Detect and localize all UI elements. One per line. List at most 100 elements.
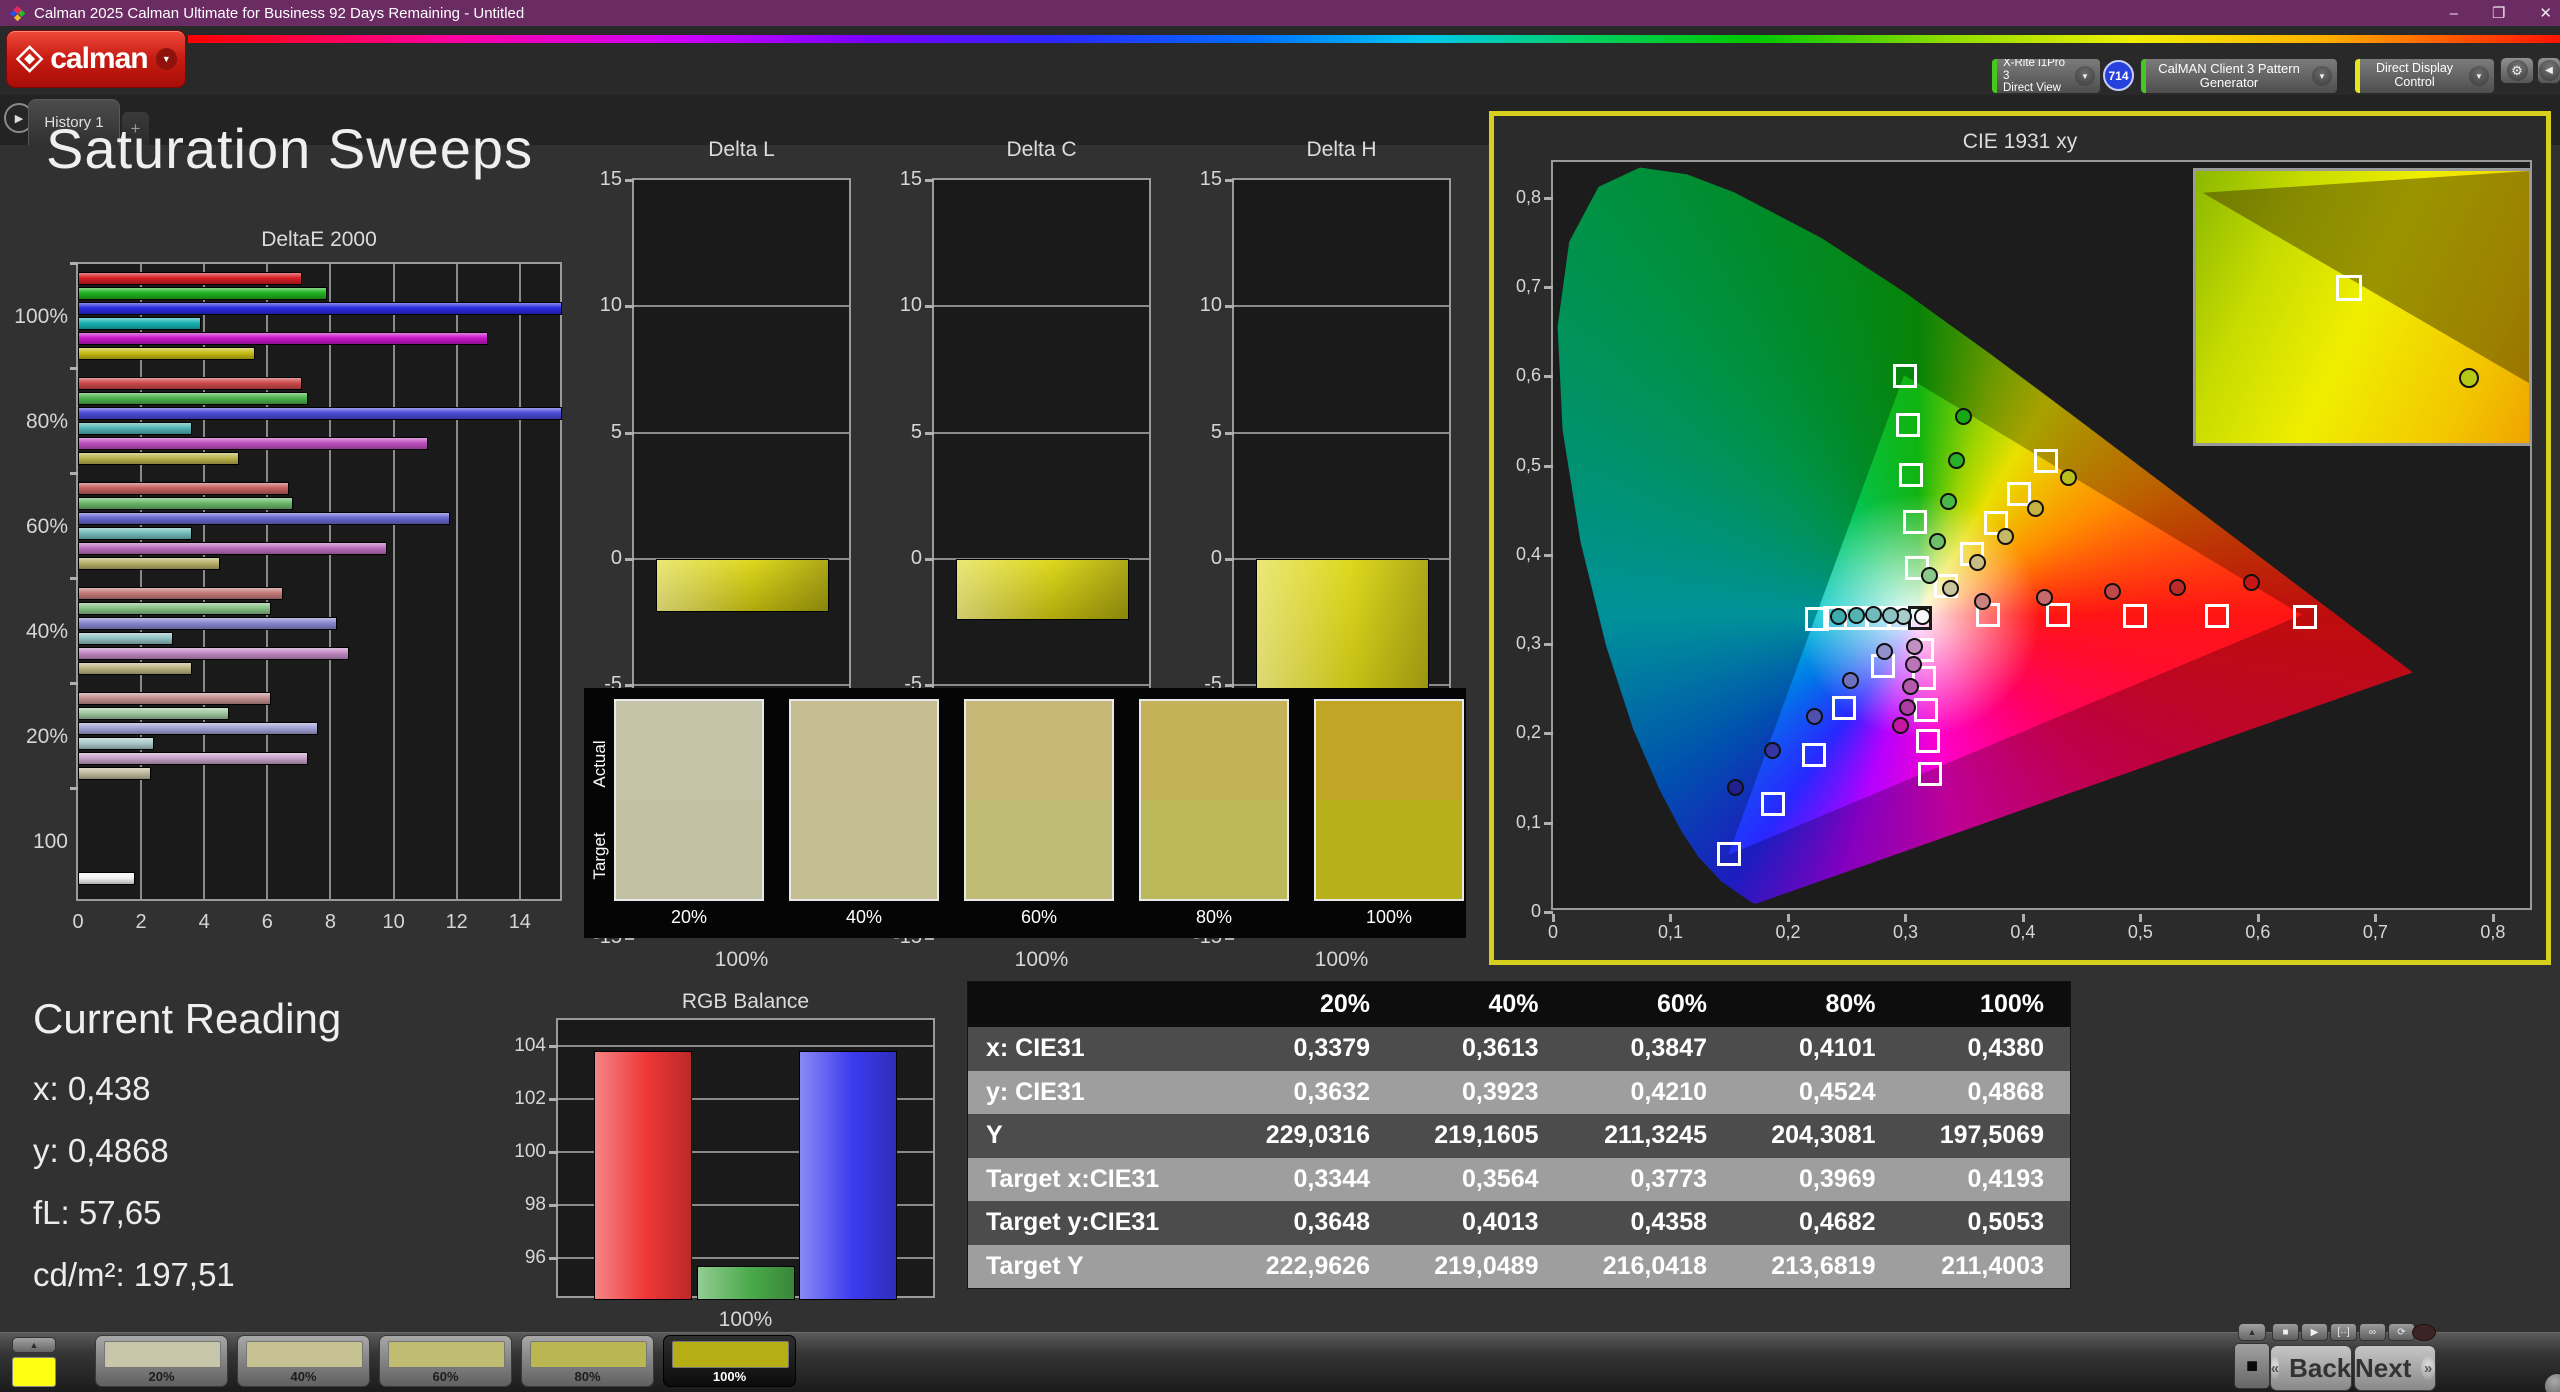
cie-x-tick: 0 — [1533, 922, 1573, 943]
pattern-level-label: 40% — [238, 1369, 369, 1384]
bar-gloss — [79, 753, 307, 764]
calman-menu-button[interactable]: calman ▼ — [6, 30, 186, 88]
table-cell: 219,0489 — [1396, 1245, 1565, 1289]
bar-gloss — [79, 393, 307, 404]
cie-target-square — [2293, 605, 2317, 629]
cie-measured-point — [1848, 607, 1865, 624]
collapse-panel-button[interactable]: ◀ — [2537, 57, 2560, 84]
help-button[interactable] — [2544, 1373, 2560, 1392]
cie-y-tick-mark — [1544, 554, 1553, 557]
refresh-icon: ⟳ — [2397, 1327, 2405, 1338]
pattern-level-button-60%[interactable]: 60% — [379, 1335, 512, 1387]
bar-gloss — [79, 273, 301, 284]
table-cell: 222,9626 — [1228, 1245, 1397, 1289]
actual-swatch — [791, 701, 937, 800]
out-of-gamut-shade — [2196, 171, 2529, 443]
transport-pattern-window-button[interactable]: [··] — [2330, 1323, 2357, 1341]
minimize-button[interactable]: – — [2450, 5, 2458, 22]
delta_c-y-tick: 10 — [878, 294, 922, 317]
bar-gloss — [79, 738, 153, 749]
rgb-tick-mark — [549, 1151, 558, 1154]
rgb-y-tick: 98 — [506, 1194, 546, 1216]
settings-button[interactable]: ⚙ — [2500, 57, 2534, 84]
pattern-level-swatch — [388, 1341, 505, 1368]
table-cell: 229,0316 — [1228, 1114, 1397, 1158]
table-cell: 0,4524 — [1733, 1071, 1902, 1115]
bar-gloss — [79, 768, 150, 779]
rgb-y-tick: 96 — [506, 1247, 546, 1269]
table-row-label: Y — [968, 1114, 1228, 1158]
compare-swatch-100% — [1314, 699, 1464, 901]
cie-measured-point — [1929, 533, 1946, 550]
deltae2000-chart: DeltaE 200002468101214100%80%60%40%20%10… — [76, 262, 562, 901]
meter-count-badge[interactable]: 714 — [2103, 60, 2134, 91]
cie-x-tick-mark — [1904, 914, 1907, 922]
pattern-level-button-40%[interactable]: 40% — [237, 1335, 370, 1387]
rainbow-strip — [188, 35, 2560, 43]
cie-y-tick: 0,6 — [1505, 365, 1541, 386]
maximize-button[interactable]: ❐ — [2492, 4, 2505, 22]
cie-target-square — [1761, 792, 1785, 816]
page-title: Saturation Sweeps — [46, 116, 533, 181]
delta_h-tick-mark — [1225, 179, 1234, 182]
delta_l-y-tick: 10 — [578, 294, 622, 317]
cie-target-square — [1802, 743, 1826, 767]
inset-measured-point — [2459, 368, 2479, 388]
deltae-bar-100%-blue — [78, 302, 562, 315]
current-pattern-patch[interactable] — [12, 1357, 56, 1387]
pattern-level-button-80%[interactable]: 80% — [521, 1335, 654, 1387]
bar-gloss — [79, 873, 134, 884]
chevron-double-right-icon: » — [2421, 1356, 2435, 1380]
table-cell: 0,4682 — [1733, 1201, 1902, 1245]
cie-x-tick-mark — [2492, 914, 2495, 922]
table-row: y: CIE310,36320,39230,42100,45240,4868 — [968, 1071, 2070, 1115]
back-button[interactable]: « Back — [2270, 1345, 2352, 1391]
status-led — [2412, 1324, 2436, 1341]
target-swatch — [966, 800, 1112, 899]
transport-loop-button[interactable]: ∞ — [2359, 1323, 2386, 1341]
pattern-level-button-100%[interactable]: 100% — [663, 1335, 796, 1387]
cie-x-tick-mark — [1552, 914, 1555, 922]
expand-transport-button[interactable]: ▲ — [2238, 1323, 2266, 1341]
deltae-bar-20%-cyan — [78, 737, 154, 750]
deltae-gridline — [329, 264, 331, 899]
transport-play-button[interactable]: ▶ — [2301, 1323, 2328, 1341]
delta_h-tick-mark — [1225, 558, 1234, 561]
cie-x-tick: 0,5 — [2120, 922, 2160, 943]
next-button[interactable]: Next » — [2354, 1345, 2436, 1391]
deltae-bar-100%-cyan — [78, 317, 201, 330]
deltae-bar-20%-yellow — [78, 767, 151, 780]
delta_l-tick-mark — [625, 305, 634, 308]
transport-refresh-button[interactable]: ⟳ — [2388, 1323, 2415, 1341]
read-stop-button[interactable]: ■ — [2234, 1343, 2270, 1389]
compare-swatch-20% — [614, 699, 764, 901]
cie-measured-point — [2027, 500, 2044, 517]
close-button[interactable]: ✕ — [2539, 4, 2552, 22]
toolbar: calman ▼ X-Rite i1Pro 3 Direct View ▼ 71… — [0, 26, 2560, 95]
table-cell: 0,4868 — [1902, 1071, 2071, 1115]
pattern-generator-dropdown[interactable]: CalMAN Client 3 Pattern Generator ▼ — [2140, 58, 2338, 94]
cie-measured-point — [1892, 717, 1909, 734]
cie-measured-point — [1882, 607, 1899, 624]
rgb-bar-green — [697, 1266, 795, 1300]
expand-patch-button[interactable]: ▲ — [12, 1337, 56, 1353]
cie-target-square — [1916, 729, 1940, 753]
delta_c-gridline — [934, 305, 1149, 307]
bar-gloss — [79, 558, 219, 569]
deltae-y-tick — [70, 367, 78, 370]
table-cell: 0,3613 — [1396, 1027, 1565, 1071]
cie-target-square — [2205, 604, 2229, 628]
deltae-bar-40%-blue — [78, 617, 337, 630]
display-control-dropdown[interactable]: Direct Display Control ▼ — [2354, 58, 2495, 94]
pattern-level-button-20%[interactable]: 20% — [95, 1335, 228, 1387]
rgb-y-tick: 104 — [506, 1035, 546, 1057]
deltae-y-label: 60% — [2, 515, 68, 539]
meter-dropdown[interactable]: X-Rite i1Pro 3 Direct View ▼ — [1991, 58, 2101, 94]
cie-x-tick: 0,7 — [2355, 922, 2395, 943]
transport-stop-small-button[interactable]: ■ — [2272, 1323, 2299, 1341]
bar-gloss — [957, 560, 1128, 619]
stop-small-icon: ■ — [2282, 1327, 2288, 1338]
deltae-y-tick — [70, 682, 78, 685]
delta_c-bar — [956, 559, 1129, 620]
table-cell: 204,3081 — [1733, 1114, 1902, 1158]
